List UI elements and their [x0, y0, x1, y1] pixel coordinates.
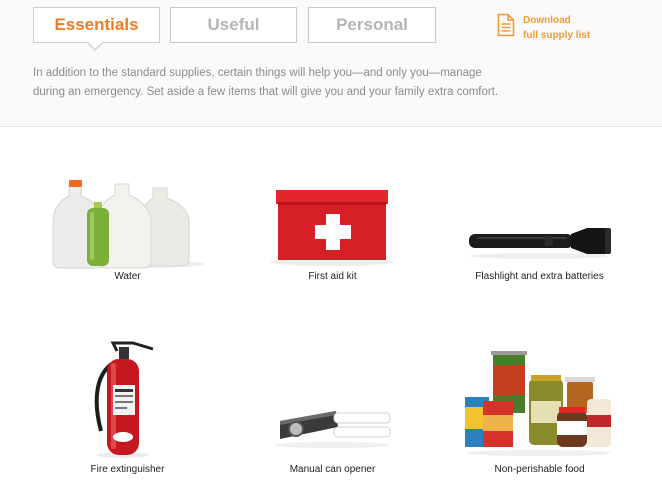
download-sublabel: full supply list [523, 30, 591, 41]
item-water: Water [35, 176, 220, 282]
water-image [35, 176, 220, 271]
flashlight-image [447, 176, 632, 271]
download-supply-list-link[interactable]: Download full supply list [497, 13, 590, 43]
fire-extinguisher-image [35, 341, 220, 461]
tab-personal[interactable]: Personal [308, 7, 436, 43]
caption-can-opener: Manual can opener [289, 464, 376, 475]
intro-text: In addition to the standard supplies, ce… [33, 67, 499, 98]
download-label: Download [523, 15, 571, 26]
caption-first-aid-kit: First aid kit [308, 271, 357, 282]
tab-useful[interactable]: Useful [170, 7, 297, 43]
item-first-aid-kit: First aid kit [240, 176, 425, 282]
caption-non-perishable-food: Non-perishable food [494, 464, 585, 475]
tab-essentials[interactable]: Essentials [33, 7, 160, 43]
canned-food-image [447, 341, 632, 461]
item-fire-extinguisher: Fire extinguisher [35, 341, 220, 475]
caption-water: Water [114, 271, 141, 282]
first-aid-image [240, 176, 425, 271]
active-tab-pointer [86, 41, 104, 51]
document-icon [497, 13, 515, 37]
caption-flashlight: Flashlight and extra batteries [475, 271, 604, 282]
can-opener-image [240, 341, 425, 461]
item-flashlight: Flashlight and extra batteries [447, 176, 632, 282]
caption-fire-extinguisher: Fire extinguisher [90, 464, 165, 475]
item-non-perishable-food: Non-perishable food [447, 341, 632, 475]
item-can-opener: Manual can opener [240, 341, 425, 475]
